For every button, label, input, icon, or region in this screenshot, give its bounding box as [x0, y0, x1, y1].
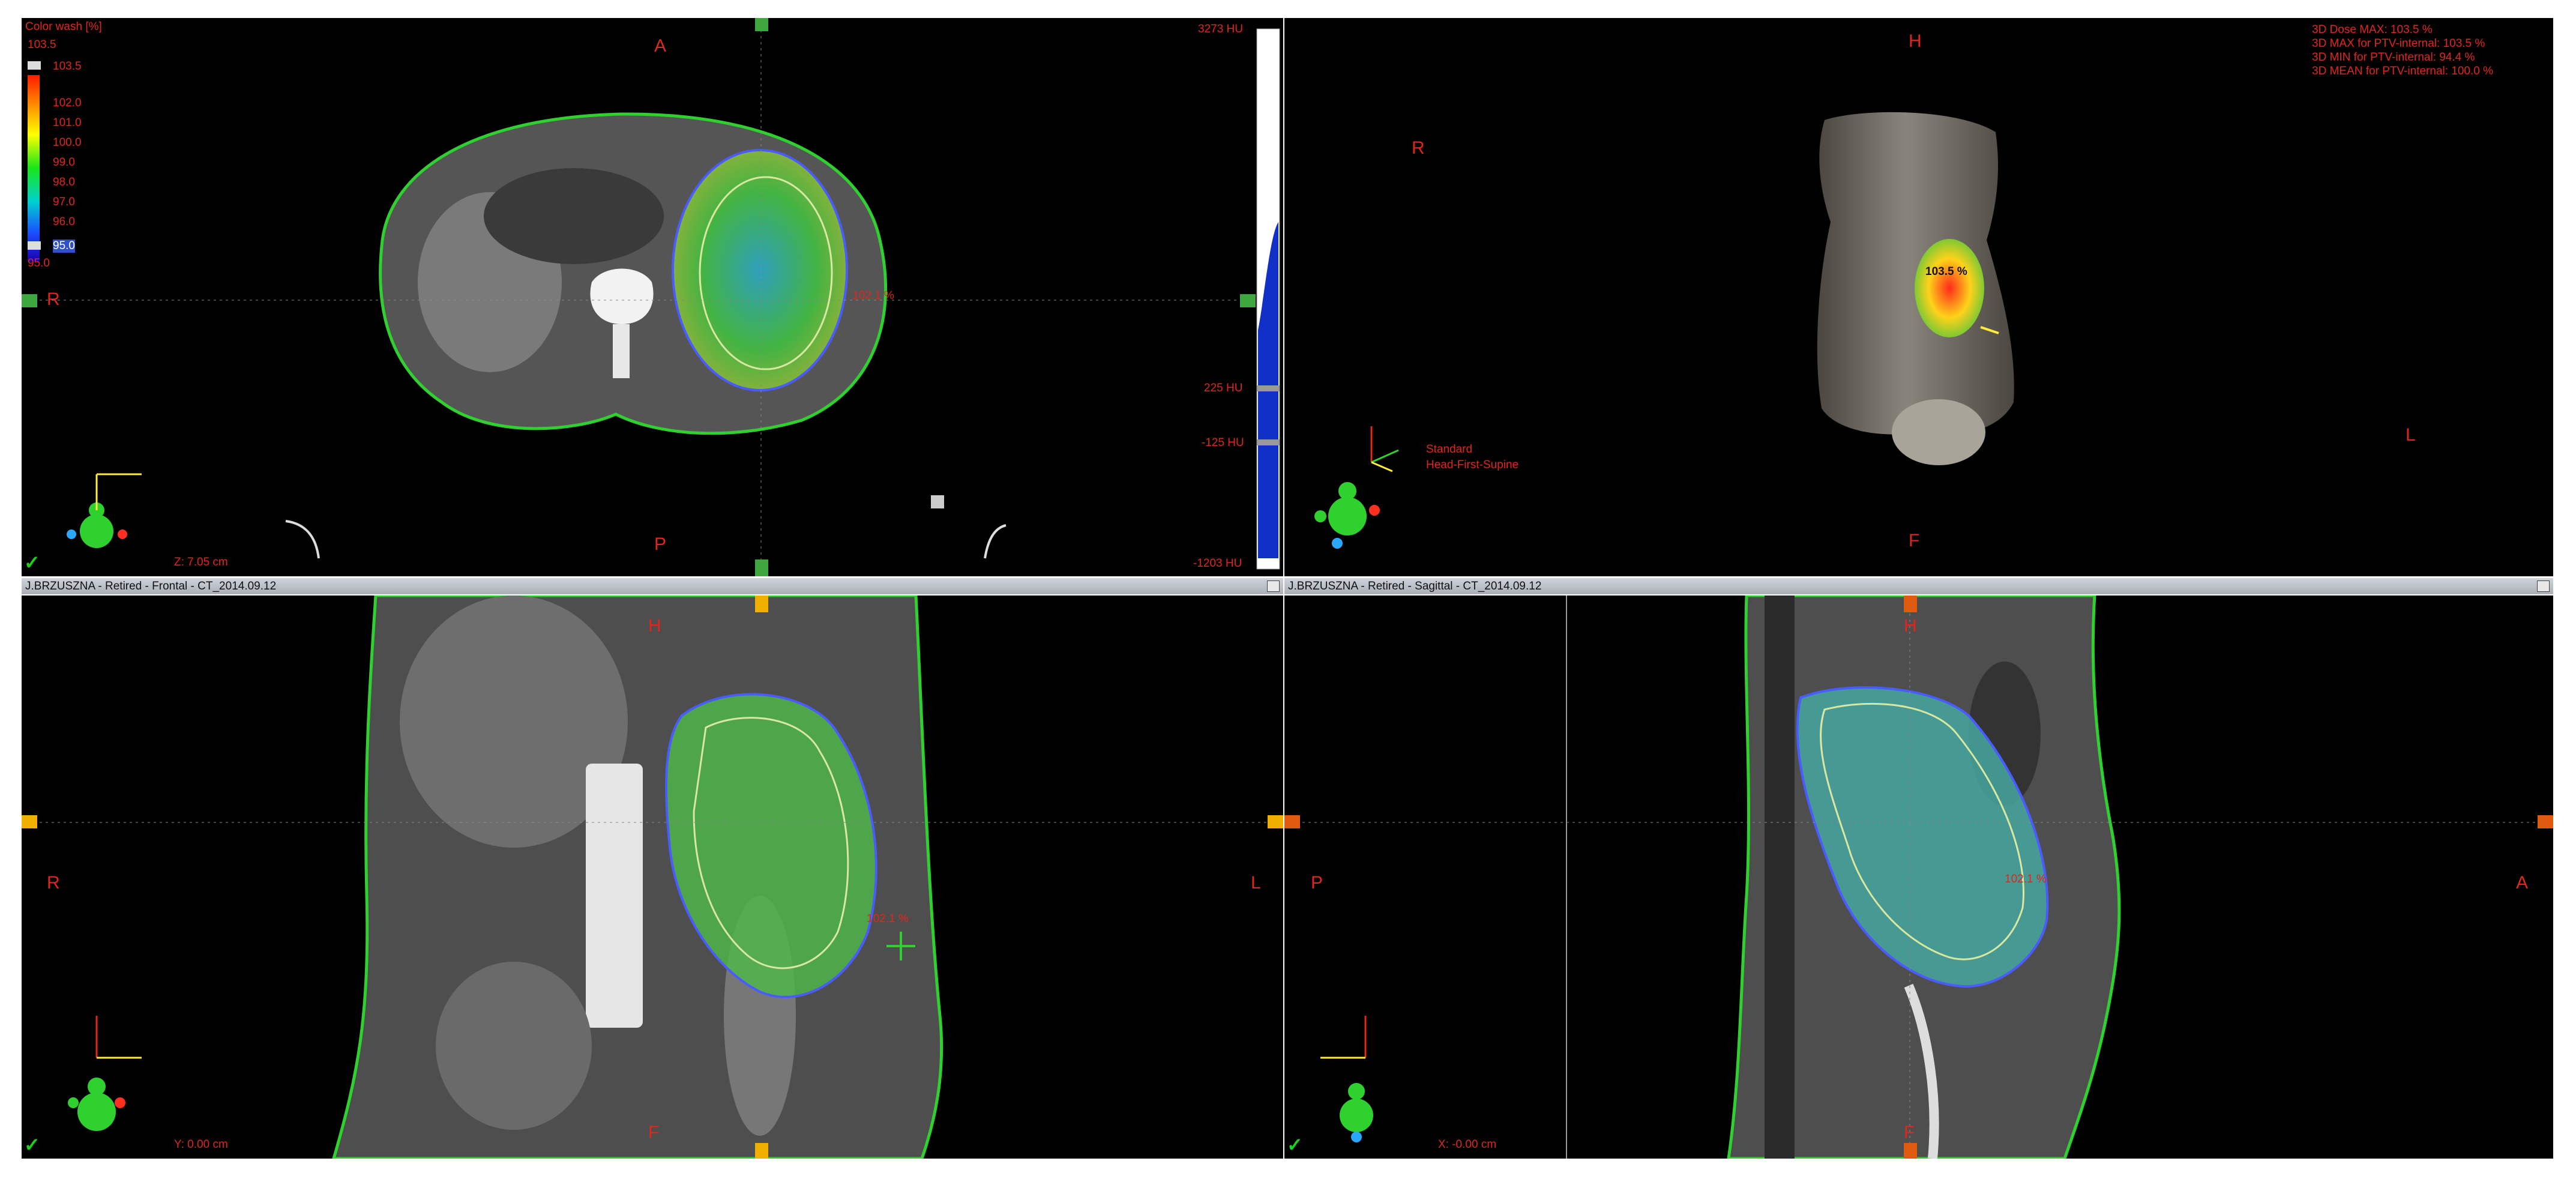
orientation-label-right: R — [47, 873, 60, 893]
frontal-title: J.BRZUSZNA - Retired - Frontal - CT_2014… — [25, 580, 277, 593]
colorwash-tick: 98.0 — [53, 176, 75, 188]
checkmark-icon: ✓ — [1287, 1134, 1303, 1156]
maximize-button[interactable] — [1267, 580, 1280, 592]
orientation-label-anterior: A — [654, 36, 667, 56]
point-dose-label: 102.1 % — [867, 912, 909, 925]
view3d-image — [1314, 112, 2014, 549]
hu-window-lower-label[interactable]: -125 HU — [1202, 436, 1244, 450]
sagittal-viewport[interactable]: H P A F 102.1 % X: -0.00 cm ✓ — [1284, 596, 2553, 1159]
frontal-viewport[interactable]: H R L F 102.1 % Y: 0.00 cm ✓ — [22, 596, 1283, 1159]
orientation-label-right: R — [47, 289, 60, 309]
checkmark-icon: ✓ — [24, 552, 40, 573]
slice-position: Z: 7.05 cm — [174, 556, 228, 568]
view3d-viewport[interactable]: H R L F 3D Dose MAX: 103.5 % 3D MAX for … — [1284, 18, 2553, 576]
colorwash-tick: 97.0 — [53, 196, 75, 208]
orientation-name: Standard — [1426, 443, 1473, 456]
point-dose-label: 102.1 % — [852, 289, 894, 302]
dose-statistics: 3D Dose MAX: 103.5 % 3D MAX for PTV-inte… — [2312, 23, 2493, 78]
orientation-label-head: H — [648, 616, 661, 636]
sagittal-titlebar: J.BRZUSZNA - Retired - Sagittal - CT_201… — [1284, 578, 2553, 594]
colorwash-lower-handle[interactable]: 95.0 — [53, 240, 75, 253]
orientation-label-feet: F — [648, 1123, 660, 1142]
colorwash-tick: 101.0 — [53, 116, 82, 129]
colorwash-tick: 100.0 — [53, 136, 82, 149]
frontal-titlebar: J.BRZUSZNA - Retired - Frontal - CT_2014… — [22, 578, 1283, 594]
colorwash-title: Color wash [%] — [25, 20, 102, 33]
checkmark-icon: ✓ — [24, 1134, 40, 1156]
orientation-label-posterior: P — [654, 534, 667, 554]
colorwash-tick: 99.0 — [53, 156, 75, 169]
orientation-label-head: H — [1909, 31, 1922, 51]
max-dose-marker: 103.5 % — [1925, 265, 1967, 278]
axial-viewport[interactable]: Color wash [%] 103.5 103.5 102.0 101.0 1… — [22, 18, 1283, 576]
orientation-label-left: L — [1251, 873, 1261, 893]
hu-min-label: -1203 HU — [1193, 557, 1242, 570]
slice-position: Y: 0.00 cm — [174, 1138, 228, 1151]
orientation-label-left: L — [2406, 425, 2416, 445]
dose-stat-line: 3D Dose MAX: 103.5 % — [2312, 23, 2433, 36]
colorwash-upper-handle[interactable]: 103.5 — [53, 60, 82, 73]
dose-stat-line: 3D MEAN for PTV-internal: 100.0 % — [2312, 65, 2494, 77]
axial-image — [22, 18, 1280, 576]
colorwash-tick: 96.0 — [53, 216, 75, 228]
maximize-button[interactable] — [2537, 580, 2550, 592]
orientation-label-right: R — [1412, 138, 1425, 158]
frontal-image — [22, 596, 1283, 1159]
point-dose-label: 102.1 % — [2005, 873, 2047, 885]
colorwash-max: 103.5 — [28, 38, 56, 51]
colorwash-min: 95.0 — [28, 257, 50, 270]
orientation-label-feet: F — [1904, 1123, 1915, 1142]
dose-stat-line: 3D MAX for PTV-internal: 103.5 % — [2312, 37, 2485, 50]
orientation-label-feet: F — [1909, 531, 1920, 550]
sagittal-title: J.BRZUSZNA - Retired - Sagittal - CT_201… — [1288, 580, 1542, 593]
hu-window-upper-label[interactable]: 225 HU — [1204, 382, 1242, 395]
sagittal-image — [1284, 596, 2553, 1159]
orientation-position: Head-First-Supine — [1426, 459, 1519, 471]
orientation-label-posterior: P — [1311, 873, 1323, 893]
orientation-label-anterior: A — [2516, 873, 2529, 893]
slice-position: X: -0.00 cm — [1438, 1138, 1497, 1151]
orientation-label-head: H — [1904, 616, 1917, 636]
colorwash-tick: 102.0 — [53, 97, 82, 109]
hu-max-label: 3273 HU — [1198, 23, 1243, 35]
dose-stat-line: 3D MIN for PTV-internal: 94.4 % — [2312, 51, 2475, 64]
colorwash-ticks: 102.0 101.0 100.0 99.0 98.0 97.0 96.0 — [53, 93, 82, 232]
